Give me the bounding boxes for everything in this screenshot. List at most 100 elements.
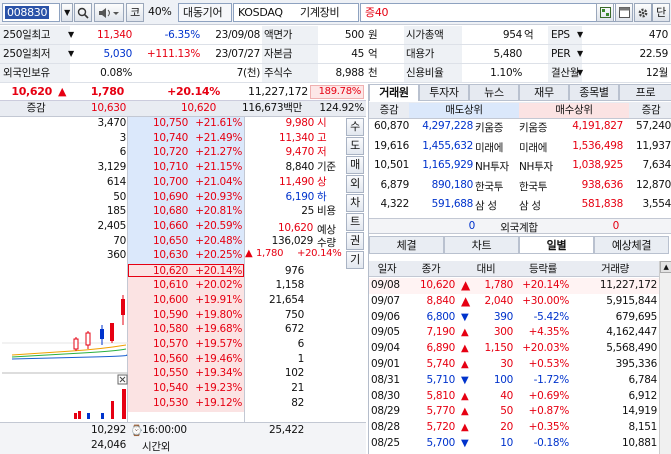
info-label: 외국인보유	[0, 64, 70, 82]
scroll-up-icon[interactable]: ▲	[660, 261, 671, 273]
bid-price[interactable]: 10,620	[128, 265, 188, 278]
tab-2[interactable]: 뉴스	[469, 84, 519, 101]
foreign-sell: 0	[468, 220, 476, 232]
bid-rate: +20.02%	[195, 279, 242, 292]
broker-sell-name[interactable]: 한국투	[475, 179, 515, 194]
daily-row[interactable]: 08/28 5,720 ▲ 20 +0.35% 8,151	[369, 420, 659, 436]
footer-time: 16:00:00	[142, 424, 187, 436]
ask-qty: 3,129	[97, 161, 126, 174]
broker-buy-qty: 581,838	[581, 198, 624, 211]
ask-price[interactable]: 10,630	[128, 249, 188, 262]
info-dropdown-icon[interactable]: ▼	[577, 45, 585, 63]
info-value: 22.59	[639, 48, 668, 60]
tab-4[interactable]: 종목별	[569, 84, 619, 101]
broker-buy-name[interactable]: 미래에	[519, 140, 559, 155]
broker-sell-name[interactable]: 키움증	[475, 120, 515, 135]
stat-value: 11,490	[279, 175, 314, 188]
info-dropdown-icon[interactable]: ▼	[577, 64, 585, 82]
ask-price[interactable]: 10,680	[128, 205, 188, 218]
dan-button[interactable]: 단	[652, 3, 670, 22]
ask-price[interactable]: 10,710	[128, 161, 188, 174]
daily-row[interactable]: 09/05 7,190 ▲ 300 +4.35% 4,162,447	[369, 325, 659, 341]
up-triangle-icon: ▲	[461, 343, 469, 355]
daily-row[interactable]: 08/31 5,710 ▼ 100 -1.72% 6,784	[369, 373, 659, 389]
daily-row[interactable]: 09/08 10,620 ▲ 1,780 +20.14% 11,227,172	[369, 278, 659, 294]
bid-price[interactable]: 10,570	[128, 338, 188, 351]
side-button-5[interactable]: 트	[346, 213, 364, 231]
window-icon[interactable]	[615, 3, 633, 22]
bid-price[interactable]: 10,610	[128, 279, 188, 292]
ask-price[interactable]: 10,720	[128, 147, 188, 159]
side-button-4[interactable]: 차	[346, 194, 364, 212]
broker-buy-name[interactable]: 삼 성	[519, 198, 559, 213]
broker-sell-name[interactable]: NH투자	[475, 159, 515, 174]
kor-button[interactable]: 코	[126, 3, 144, 22]
subtab-3[interactable]: 예상체결	[594, 236, 669, 254]
info-value: 45	[351, 48, 364, 60]
broker-buy-name[interactable]: NH투자	[519, 159, 559, 174]
info-change	[132, 64, 200, 82]
speaker-icon[interactable]	[94, 3, 124, 22]
ask-price[interactable]: 10,750	[128, 117, 188, 130]
bid-price[interactable]: 10,540	[128, 382, 188, 395]
bid-price[interactable]: 10,550	[128, 368, 188, 380]
daily-row[interactable]: 08/30 5,810 ▲ 40 +0.69% 6,912	[369, 389, 659, 405]
tab-5[interactable]: 프로	[619, 84, 671, 101]
daily-row[interactable]: 09/04 6,890 ▲ 1,150 +20.03% 5,568,490	[369, 341, 659, 357]
ask-price[interactable]: 10,650	[128, 235, 188, 248]
daily-row[interactable]: 09/01 5,740 ▲ 30 +0.53% 395,336	[369, 357, 659, 373]
tab-0[interactable]: 거래원	[369, 84, 419, 101]
bid-price[interactable]: 10,560	[128, 353, 188, 366]
grid-icon[interactable]	[596, 3, 614, 22]
bid-price[interactable]: 10,580	[128, 323, 188, 336]
info-unit: 억	[524, 29, 534, 41]
broker-change: 7,634	[642, 159, 671, 172]
daily-rate: +4.35%	[528, 326, 570, 339]
ask-price[interactable]: 10,740	[128, 132, 188, 145]
side-button-3[interactable]: 외	[346, 175, 364, 193]
daily-rate: +30.00%	[522, 294, 569, 307]
search-icon[interactable]	[74, 3, 92, 22]
ob-header-price1: 10,630	[91, 102, 126, 114]
daily-diff: 390	[493, 310, 513, 323]
info-dropdown-icon[interactable]: ▼	[577, 26, 585, 44]
broker-sell-name[interactable]: 미래에	[475, 140, 515, 155]
stock-code-input[interactable]: 008830	[2, 3, 60, 22]
up-triangle-icon: ▲	[461, 359, 469, 370]
ask-price[interactable]: 10,690	[128, 191, 188, 204]
expected-qty: 136,029	[271, 235, 314, 247]
stat-value: 11,340	[279, 131, 314, 144]
ask-price[interactable]: 10,700	[128, 176, 188, 189]
daily-rate: +20.14%	[522, 279, 569, 291]
daily-row[interactable]: 09/07 8,840 ▲ 2,040 +30.00% 5,915,844	[369, 294, 659, 310]
code-dropdown-icon[interactable]: ▼	[61, 3, 73, 22]
ratio-label: 40%	[148, 5, 172, 18]
stat-label: 기준	[317, 161, 336, 174]
side-button-0[interactable]: 수	[346, 118, 364, 136]
daily-rate: +20.03%	[522, 342, 569, 355]
daily-row[interactable]: 08/25 5,700 ▼ 10 -0.18% 10,881	[369, 436, 659, 452]
side-button-7[interactable]: 기	[346, 251, 364, 269]
side-button-1[interactable]: 도	[346, 137, 364, 155]
broker-sell-name[interactable]: 삼 성	[475, 198, 515, 213]
tab-1[interactable]: 투자자	[419, 84, 469, 101]
info-value: 12월	[645, 67, 668, 79]
net-total: 24,046	[91, 439, 126, 451]
ask-rate: +21.49%	[195, 131, 242, 144]
bid-price[interactable]: 10,530	[128, 397, 188, 410]
daily-row[interactable]: 08/29 5,770 ▲ 50 +0.87% 14,919	[369, 404, 659, 420]
broker-buy-name[interactable]: 한국투	[519, 179, 559, 194]
settings-icon[interactable]	[634, 3, 652, 22]
daily-row[interactable]: 09/06 6,800 ▼ 390 -5.42% 679,695	[369, 310, 659, 326]
daily-scrollbar[interactable]: ▲	[659, 261, 671, 454]
bid-price[interactable]: 10,590	[128, 309, 188, 322]
tab-3[interactable]: 재무	[519, 84, 569, 101]
side-button-6[interactable]: 권	[346, 232, 364, 250]
subtab-0[interactable]: 체결	[369, 236, 444, 254]
broker-buy-name[interactable]: 키움증	[519, 120, 559, 135]
subtab-2[interactable]: 일별	[519, 236, 594, 254]
subtab-1[interactable]: 차트	[444, 236, 519, 254]
bid-price[interactable]: 10,600	[128, 294, 188, 307]
side-button-2[interactable]: 매	[346, 156, 364, 174]
ask-price[interactable]: 10,660	[128, 220, 188, 233]
